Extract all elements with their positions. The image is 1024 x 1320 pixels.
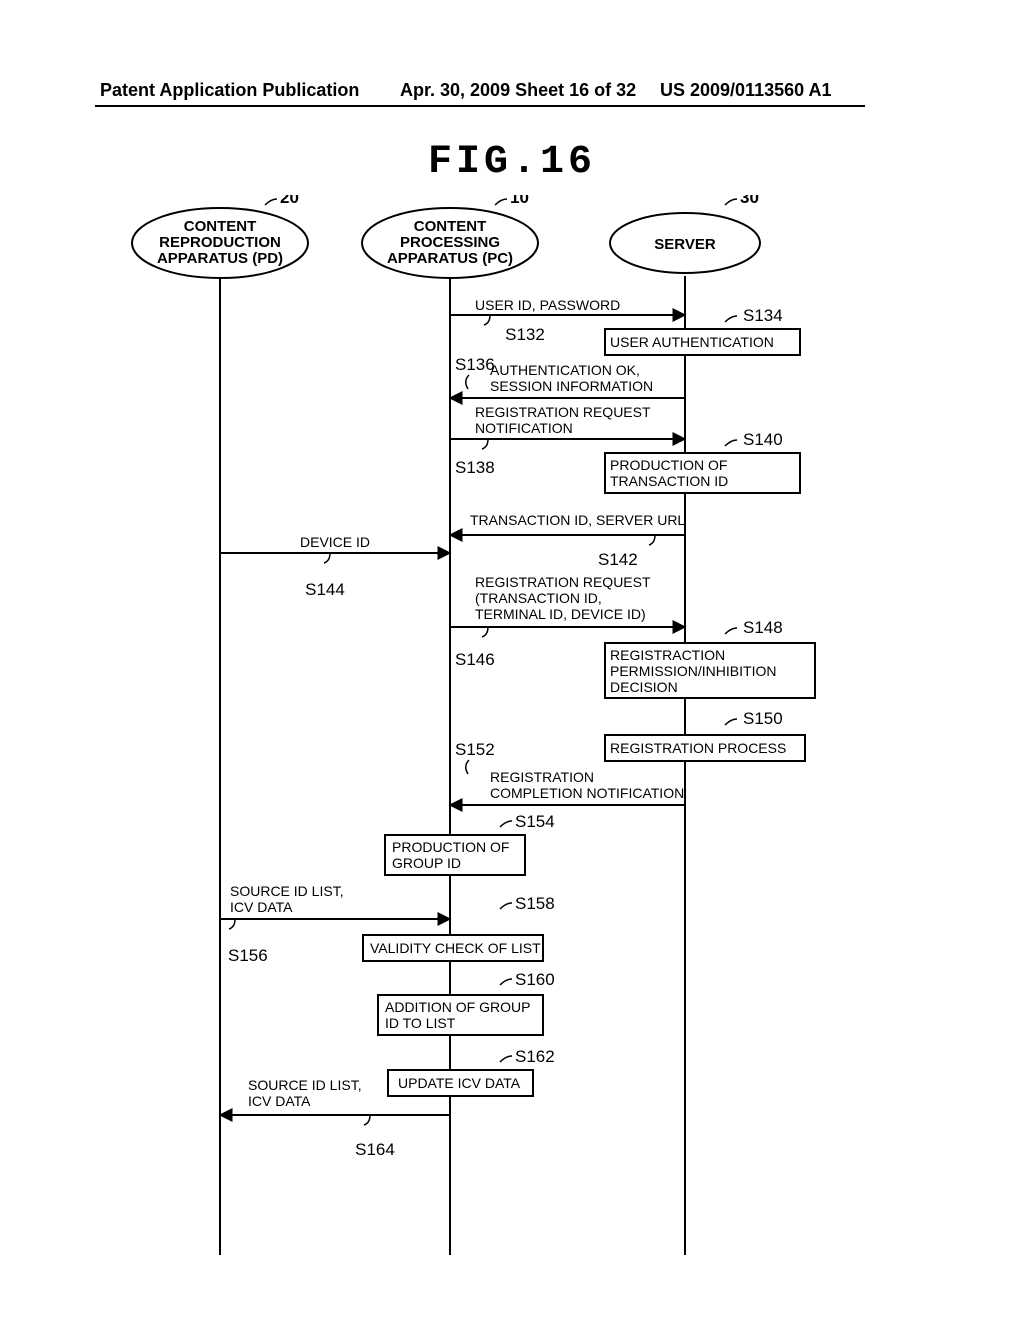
step-s144: S144 <box>305 580 345 599</box>
header-mid: Apr. 30, 2009 Sheet 16 of 32 <box>400 80 636 101</box>
msg-s138-l1: REGISTRATION REQUEST <box>475 404 651 420</box>
box-s150: REGISTRATION PROCESS <box>610 740 786 756</box>
msg-s144: DEVICE ID <box>300 534 370 550</box>
step-s142: S142 <box>598 550 638 569</box>
actor-pc-ref: 10 <box>510 195 529 207</box>
msg-s142: TRANSACTION ID, SERVER URL <box>470 512 685 528</box>
msg-s146-l2: (TRANSACTION ID, <box>475 590 602 606</box>
step-s160: S160 <box>515 970 555 989</box>
box-s158: VALIDITY CHECK OF LIST <box>370 940 541 956</box>
box-s154-l2: GROUP ID <box>392 855 461 871</box>
msg-s146-l3: TERMINAL ID, DEVICE ID) <box>475 606 646 622</box>
msg-s136-l2: SESSION INFORMATION <box>490 378 653 394</box>
box-s154-l1: PRODUCTION OF <box>392 839 509 855</box>
actor-srv-l1: SERVER <box>654 236 716 253</box>
msg-s164-l2: ICV DATA <box>248 1093 311 1109</box>
msg-s156-l2: ICV DATA <box>230 899 293 915</box>
step-s136: S136 <box>455 355 495 374</box>
actor-pc-l1: CONTENT <box>414 218 487 235</box>
step-s134: S134 <box>743 306 783 325</box>
header-left: Patent Application Publication <box>100 80 359 101</box>
actor-pd-ref: 20 <box>280 195 299 207</box>
msg-s152-l2: COMPLETION NOTIFICATION <box>490 785 684 801</box>
msg-s132: USER ID, PASSWORD <box>475 297 620 313</box>
step-s164: S164 <box>355 1140 395 1159</box>
step-s158: S158 <box>515 894 555 913</box>
header-right: US 2009/0113560 A1 <box>660 80 831 101</box>
actor-pd-l2: REPRODUCTION <box>159 234 281 251</box>
msg-s136-l1: AUTHENTICATION OK, <box>490 362 640 378</box>
step-s148: S148 <box>743 618 783 637</box>
box-s148-l3: DECISION <box>610 679 678 695</box>
actor-pc-l2: PROCESSING <box>400 234 500 251</box>
msg-s164-l1: SOURCE ID LIST, <box>248 1077 362 1093</box>
step-s150: S150 <box>743 709 783 728</box>
step-s154: S154 <box>515 812 555 831</box>
box-s160-l1: ADDITION OF GROUP <box>385 999 530 1015</box>
actor-pc-l3: APPARATUS (PC) <box>387 250 513 267</box>
actor-pd-l3: APPARATUS (PD) <box>157 250 283 267</box>
actor-srv-ref: 30 <box>740 195 759 207</box>
msg-s146-l1: REGISTRATION REQUEST <box>475 574 651 590</box>
box-s160-l2: ID TO LIST <box>385 1015 456 1031</box>
figure-title: FIG.16 <box>0 140 1024 185</box>
box-s148-l1: REGISTRACTION <box>610 647 725 663</box>
msg-s156-l1: SOURCE ID LIST, <box>230 883 344 899</box>
msg-s138-l2: NOTIFICATION <box>475 420 573 436</box>
header-rule <box>95 105 865 107</box>
step-s162: S162 <box>515 1047 555 1066</box>
step-s132: S132 <box>505 325 545 344</box>
box-s148-l2: PERMISSION/INHIBITION <box>610 663 776 679</box>
msg-s152-l1: REGISTRATION <box>490 769 594 785</box>
box-s140-l2: TRANSACTION ID <box>610 473 728 489</box>
step-s152: S152 <box>455 740 495 759</box>
step-s156: S156 <box>228 946 268 965</box>
actor-pd-l1: CONTENT <box>184 218 257 235</box>
step-s138: S138 <box>455 458 495 477</box>
box-s140-l1: PRODUCTION OF <box>610 457 727 473</box>
step-s140: S140 <box>743 430 783 449</box>
step-s146: S146 <box>455 650 495 669</box>
box-s134: USER AUTHENTICATION <box>610 334 774 350</box>
sequence-diagram: CONTENT REPRODUCTION APPARATUS (PD) 20 C… <box>130 195 820 1267</box>
box-s162: UPDATE ICV DATA <box>398 1075 521 1091</box>
